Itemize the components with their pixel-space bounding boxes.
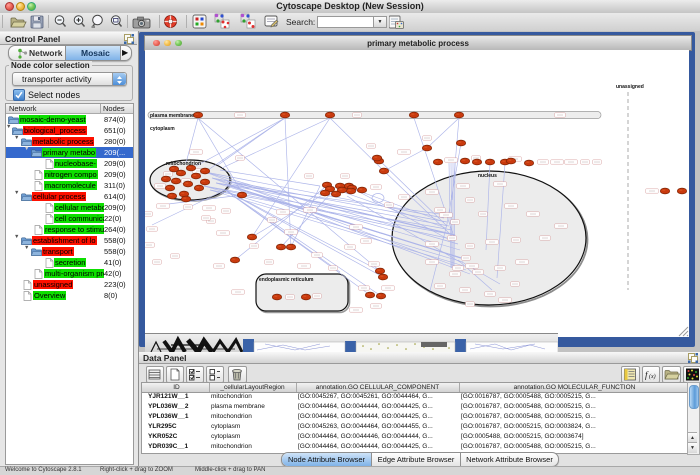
svg-text:nucleus: nucleus	[478, 173, 497, 179]
svg-text:unassigned: unassigned	[616, 84, 644, 90]
svg-text:endoplasmic reticulum: endoplasmic reticulum	[259, 277, 314, 283]
svg-text:mitochondrion: mitochondrion	[166, 161, 201, 167]
svg-text:(x): (x)	[649, 373, 656, 380]
svg-text:plasma membrane: plasma membrane	[150, 113, 194, 119]
svg-text:cytoplasm: cytoplasm	[150, 126, 175, 132]
